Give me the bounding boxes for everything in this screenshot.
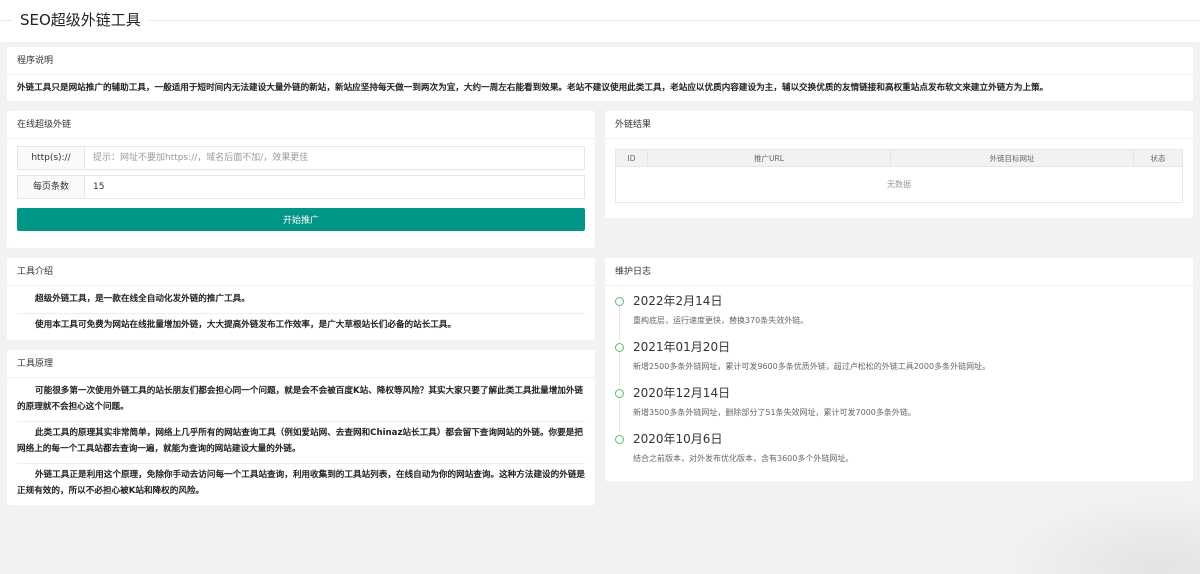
principle-paragraph: 外链工具正是利用这个原理，免除你手动去访问每一个工具站查询，利用收集到的工具站列…	[17, 470, 586, 496]
timeline-dot-icon	[615, 435, 624, 444]
timeline-description: 新增3500多条外链网址，删除部分了51条失效网址，累计可发7000多条外链。	[633, 408, 916, 417]
form-title: 在线超级外链	[7, 111, 595, 139]
empty-state-text: 无数据	[615, 166, 1183, 203]
timeline-date: 2022年2月14日	[633, 294, 723, 308]
changelog-card: 维护日志 2022年2月14日 重构底层，运行速度更快，替换370条失效外链。 …	[605, 258, 1193, 481]
decorative-noise	[1000, 494, 1200, 574]
url-row: http(s)://	[17, 146, 585, 170]
timeline-item: 2021年01月20日 新增2500多条外链网址，累计可发9600多条优质外链，…	[615, 338, 1183, 386]
results-table: ID 推广URL 外链目标网址 状态 无数据	[615, 149, 1183, 203]
column-header-id: ID	[615, 149, 648, 167]
column-header-target: 外链目标网址	[890, 149, 1134, 167]
timeline-description: 新增2500多条外链网址，累计可发9600多条优质外链，超过卢松松的外链工具20…	[633, 362, 991, 371]
timeline-item: 2020年10月6日 结合之前版本，对外发布优化版本，含有3600多个外链网址。	[615, 430, 1183, 476]
timeline-item: 2020年12月14日 新增3500多条外链网址，删除部分了51条失效网址，累计…	[615, 384, 1183, 432]
description-text: 外链工具只是网站推广的辅助工具，一般适用于短时间内无法建设大量外链的新站，新站应…	[17, 83, 1049, 93]
description-title: 程序说明	[7, 47, 1193, 75]
intro-card: 工具介绍 超级外链工具，是一款在线全自动化发外链的推广工具。 使用本工具可免费为…	[7, 258, 595, 340]
page-title: SEO超级外链工具	[12, 9, 149, 31]
intro-paragraph: 使用本工具可免费为网站在线批量增加外链，大大提高外链发布工作效率，是广大草根站长…	[35, 320, 457, 330]
results-card: 外链结果 ID 推广URL 外链目标网址 状态 无数据	[605, 111, 1193, 218]
principle-card: 工具原理 可能很多第一次使用外链工具的站长朋友们都会担心同一个问题，就是会不会被…	[7, 350, 595, 505]
changelog-timeline: 2022年2月14日 重构底层，运行速度更快，替换370条失效外链。 2021年…	[605, 286, 1193, 476]
description-card: 程序说明 外链工具只是网站推广的辅助工具，一般适用于短时间内无法建设大量外链的新…	[7, 47, 1193, 101]
count-row: 每页条数	[17, 175, 585, 199]
column-header-url: 推广URL	[647, 149, 891, 167]
timeline-description: 重构底层，运行速度更快，替换370条失效外链。	[633, 316, 809, 325]
changelog-title: 维护日志	[605, 258, 1193, 286]
timeline-date: 2020年12月14日	[633, 386, 731, 400]
url-label: http(s)://	[18, 147, 85, 169]
timeline-dot-icon	[615, 343, 624, 352]
url-input[interactable]	[85, 147, 584, 169]
timeline-description: 结合之前版本，对外发布优化版本，含有3600多个外链网址。	[633, 454, 854, 463]
count-label: 每页条数	[18, 176, 85, 198]
count-input[interactable]	[85, 176, 584, 198]
timeline-dot-icon	[615, 297, 624, 306]
principle-title: 工具原理	[7, 350, 595, 378]
page-header: SEO超级外链工具	[0, 0, 1200, 42]
start-promotion-button[interactable]: 开始推广	[17, 208, 585, 231]
timeline-item: 2022年2月14日 重构底层，运行速度更快，替换370条失效外链。	[615, 292, 1183, 340]
principle-paragraph: 可能很多第一次使用外链工具的站长朋友们都会担心同一个问题，就是会不会被百度K站、…	[17, 380, 585, 422]
intro-title: 工具介绍	[7, 258, 595, 286]
intro-paragraph: 超级外链工具，是一款在线全自动化发外链的推广工具。	[17, 288, 585, 314]
timeline-date: 2020年10月6日	[633, 432, 723, 446]
link-form-card: 在线超级外链 http(s):// 每页条数 开始推广	[7, 111, 595, 248]
results-title: 外链结果	[605, 111, 1193, 139]
principle-paragraph: 此类工具的原理其实非常简单，网络上几乎所有的网站查询工具（例如爱站网、去查网和C…	[17, 422, 585, 464]
timeline-dot-icon	[615, 389, 624, 398]
timeline-date: 2021年01月20日	[633, 340, 731, 354]
header-divider	[0, 20, 1200, 21]
column-header-status: 状态	[1133, 149, 1183, 167]
